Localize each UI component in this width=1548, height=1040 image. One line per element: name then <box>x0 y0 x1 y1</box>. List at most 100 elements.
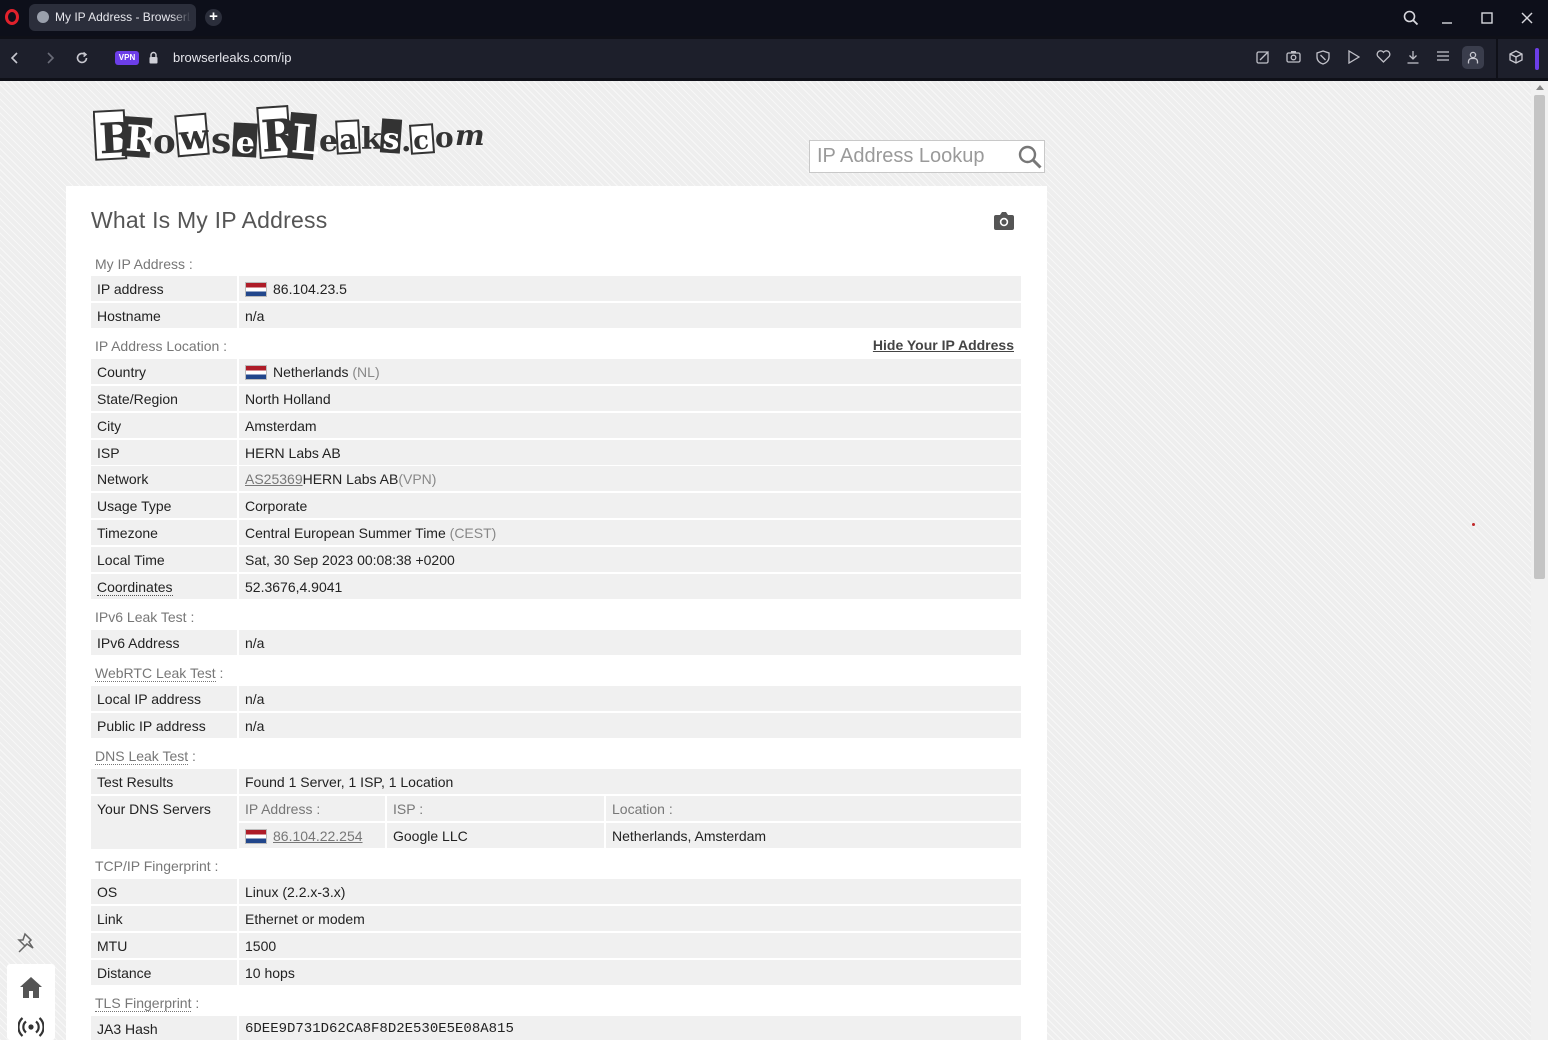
row-value: 86.104.23.5 <box>239 276 1021 301</box>
ip-lookup-input[interactable] <box>810 141 1017 172</box>
ip-lookup-search <box>809 140 1045 173</box>
row-key: Your DNS Servers <box>91 796 237 849</box>
row-key: IP address <box>91 276 237 301</box>
new-tab-button[interactable]: + <box>205 9 222 26</box>
opera-logo-icon[interactable] <box>5 9 19 25</box>
table-row: Coordinates 52.3676,4.9041 <box>91 574 1021 599</box>
svg-text:a: a <box>338 123 358 157</box>
close-icon[interactable] <box>1514 6 1540 30</box>
webrtc-test-link[interactable]: WebRTC Leak Test <box>95 665 216 682</box>
row-key: Network <box>91 466 237 491</box>
table-row: Country Netherlands (NL) <box>91 359 1021 384</box>
table-row: Public IP address n/a <box>91 713 1021 738</box>
vpn-badge[interactable]: VPN <box>115 51 139 65</box>
search-tabs-icon[interactable] <box>1398 6 1424 30</box>
asn-link[interactable]: AS25369 <box>245 471 303 487</box>
coordinates-label[interactable]: Coordinates <box>97 579 173 596</box>
menu-icon[interactable] <box>1435 50 1451 66</box>
download-icon[interactable] <box>1405 50 1421 66</box>
svg-text:k: k <box>361 122 383 157</box>
heart-icon[interactable] <box>1375 50 1391 66</box>
section-my-ip: My IP Address : <box>91 250 1021 277</box>
row-value: AS25369HERN Labs AB(VPN) <box>239 466 1021 491</box>
search-icon[interactable] <box>1018 145 1042 169</box>
row-value: Sat, 30 Sep 2023 00:08:38 +0200 <box>239 547 1021 572</box>
url-field[interactable]: browserleaks.com/ip <box>173 50 292 65</box>
dns-ip-link[interactable]: 86.104.22.254 <box>273 828 363 844</box>
scroll-thumb[interactable] <box>1534 95 1545 579</box>
row-key: State/Region <box>91 386 237 411</box>
site-logo[interactable]: B R o w s e R L e a k s . c o m <box>93 103 493 169</box>
home-icon[interactable] <box>18 974 44 1000</box>
browser-tab[interactable]: My IP Address - BrowserLeaks <box>29 4 196 31</box>
lock-icon[interactable] <box>149 51 158 64</box>
netherlands-flag-icon <box>245 829 267 844</box>
title-bar: My IP Address - BrowserLeaks + <box>0 0 1548 36</box>
table-row: State/Region North Holland <box>91 386 1021 411</box>
table-row: OS Linux (2.2.x-3.x) <box>91 879 1021 904</box>
section-ipv6: IPv6 Leak Test : <box>91 603 1021 630</box>
row-value: n/a <box>239 630 1021 655</box>
row-key: Local IP address <box>91 686 237 711</box>
hide-ip-link[interactable]: Hide Your IP Address <box>873 337 1014 353</box>
row-value: n/a <box>239 713 1021 738</box>
dns-test-link[interactable]: DNS Leak Test <box>95 748 189 765</box>
row-value: 6DEE9D731D62CA8F8D2E530E5E08A815 <box>239 1016 1021 1040</box>
svg-text:o: o <box>153 122 176 162</box>
row-value: 10 hops <box>239 960 1021 985</box>
row-key: Local Time <box>91 547 237 572</box>
cube-icon[interactable] <box>1508 50 1524 66</box>
section-label: DNS Leak Test : <box>95 748 196 765</box>
dns-column-header: IP Address : <box>239 796 385 821</box>
row-key: Distance <box>91 960 237 985</box>
snapshot-icon[interactable] <box>1255 50 1271 66</box>
row-value: North Holland <box>239 386 1021 411</box>
section-tls: TLS Fingerprint : <box>91 989 1021 1016</box>
table-row: JA3 Hash 6DEE9D731D62CA8F8D2E530E5E08A81… <box>91 1016 1021 1040</box>
forward-icon[interactable] <box>40 48 60 68</box>
vertical-scrollbar[interactable] <box>1531 81 1548 1040</box>
row-value: Linux (2.2.x-3.x) <box>239 879 1021 904</box>
play-icon[interactable] <box>1345 49 1361 66</box>
netherlands-flag-icon <box>245 365 267 380</box>
svg-text:s: s <box>211 120 231 162</box>
network-type: (VPN) <box>398 471 437 487</box>
tab-title: My IP Address - BrowserLeaks <box>55 10 191 24</box>
row-key: Timezone <box>91 520 237 545</box>
camera-icon[interactable] <box>1285 50 1301 66</box>
svg-text:s: s <box>382 121 401 157</box>
dns-column-header: ISP : <box>387 796 604 821</box>
svg-text:m: m <box>455 119 485 152</box>
country-code: (NL) <box>352 364 380 380</box>
scroll-up-icon[interactable] <box>1536 85 1544 90</box>
dns-column-header: Location : <box>606 796 1021 821</box>
tls-fingerprint-link[interactable]: TLS Fingerprint <box>95 995 192 1012</box>
row-key: Hostname <box>91 303 237 328</box>
country-value: Netherlands <box>273 364 349 380</box>
row-value: HERN Labs AB <box>239 440 1021 465</box>
reload-icon[interactable] <box>72 48 92 68</box>
sidebar-accent <box>1535 48 1539 70</box>
dns-servers-table: Your DNS Servers IP Address : ISP : Loca… <box>91 796 1021 849</box>
table-row: Link Ethernet or modem <box>91 906 1021 931</box>
pin-icon[interactable] <box>16 931 40 955</box>
minimize-icon[interactable] <box>1434 6 1460 30</box>
svg-text:w: w <box>177 117 211 160</box>
section-label: WebRTC Leak Test : <box>95 665 223 682</box>
netherlands-flag-icon <box>245 282 267 297</box>
shield-icon[interactable] <box>1315 50 1331 66</box>
maximize-icon[interactable] <box>1474 6 1500 30</box>
dns-server-location: Netherlands, Amsterdam <box>606 823 1021 848</box>
address-bar: VPN browserleaks.com/ip <box>0 39 1548 78</box>
radio-icon[interactable] <box>18 1016 44 1038</box>
row-value: n/a <box>239 686 1021 711</box>
row-value: 1500 <box>239 933 1021 958</box>
back-icon[interactable] <box>5 48 25 68</box>
row-value: Ethernet or modem <box>239 906 1021 931</box>
section-label-suffix: : <box>188 748 196 764</box>
row-key: Link <box>91 906 237 931</box>
camera-icon[interactable] <box>992 211 1016 231</box>
profile-icon[interactable] <box>1462 46 1484 69</box>
row-value: n/a <box>239 303 1021 328</box>
table-row: Network AS25369HERN Labs AB(VPN) <box>91 466 1021 491</box>
